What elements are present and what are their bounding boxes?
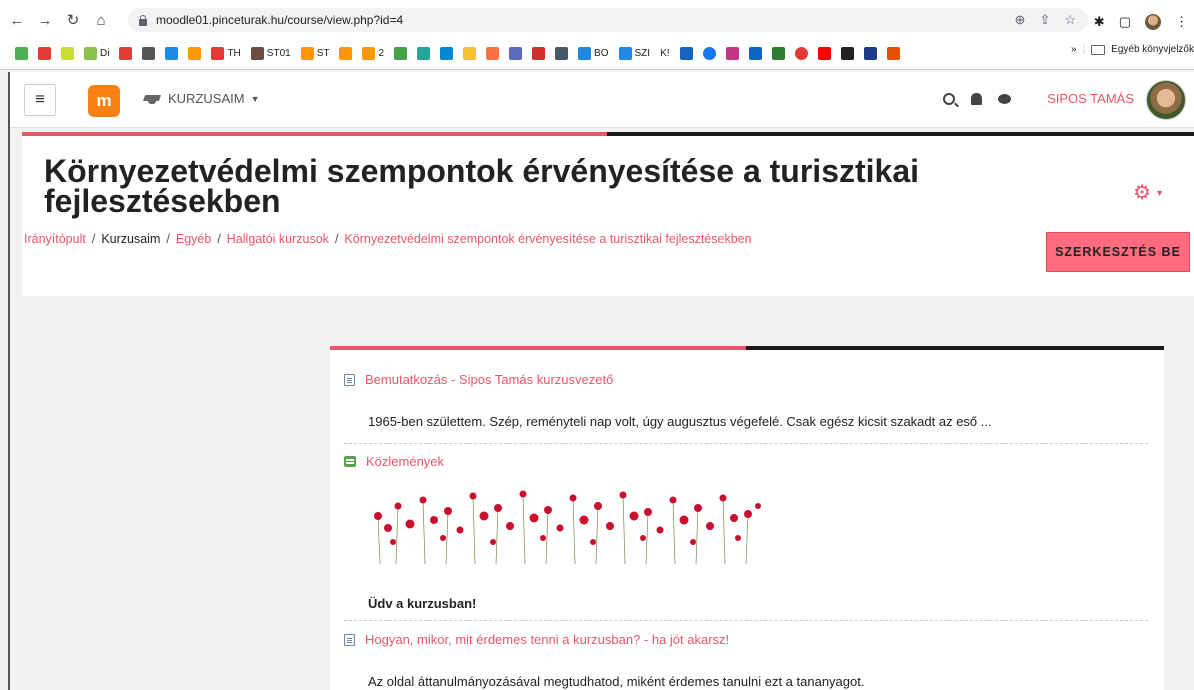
avatar[interactable] <box>1146 80 1186 120</box>
bookmark-item[interactable] <box>792 44 811 62</box>
breadcrumb-course[interactable]: Környezetvédelmi szempontok érvényesítés… <box>344 232 751 246</box>
breadcrumb-student-courses[interactable]: Hallgatói kurzusok <box>227 232 329 246</box>
bookmark-item[interactable] <box>35 44 54 62</box>
divider <box>344 443 1148 444</box>
bookmark-item[interactable] <box>336 44 355 62</box>
zoom-icon[interactable]: ⊕ <box>1015 12 1026 28</box>
bookmark-item[interactable] <box>483 44 502 62</box>
moodle-logo[interactable]: m <box>88 85 120 117</box>
activity-title[interactable]: Hogyan, mikor, mit érdemes tenni a kurzu… <box>365 632 729 647</box>
bookmark-item[interactable]: TH <box>208 44 243 62</box>
lock-icon <box>138 14 148 26</box>
breadcrumb-dashboard[interactable]: Irányítópult <box>24 232 86 246</box>
activity-title[interactable]: Bemutatkozás - Sipos Tamás kurzusvezető <box>365 372 613 387</box>
bookmark-item[interactable]: Di <box>81 44 112 62</box>
bookmark-item[interactable]: BO <box>575 44 611 62</box>
activity-title[interactable]: Közlemények <box>366 454 444 469</box>
bookmark-item[interactable] <box>391 44 410 62</box>
courses-dropdown[interactable]: KURZUSAIM ▼ <box>144 91 259 106</box>
bookmark-item[interactable] <box>838 44 857 62</box>
hamburger-menu-icon[interactable]: ≡ <box>24 84 56 116</box>
forum-icon <box>344 456 356 467</box>
url-text: moodle01.pinceturak.hu/course/view.php?i… <box>156 13 404 27</box>
divider <box>344 620 1148 621</box>
bookmark-item[interactable] <box>861 44 880 62</box>
page-title: Környezetvédelmi szempontok érvényesítés… <box>44 153 920 219</box>
page-left-edge <box>8 72 10 690</box>
forward-icon[interactable]: → <box>34 9 56 31</box>
activity-description: Az oldal áttanulmányozásával megtudhatod… <box>368 674 865 689</box>
other-bookmarks-folder[interactable]: Egyéb könyvjelzők <box>1111 44 1194 55</box>
bookmark-item[interactable]: SZI <box>616 44 654 62</box>
course-settings-menu[interactable]: ⚙ ▼ <box>1133 180 1164 205</box>
sidepanel-icon[interactable]: ▢ <box>1119 14 1131 30</box>
poppy-field-image <box>374 490 761 565</box>
bookmark-item[interactable]: ST01 <box>248 44 294 62</box>
activity-howto[interactable]: Hogyan, mikor, mit érdemes tenni a kurzu… <box>344 632 729 647</box>
bookmark-item[interactable] <box>677 44 696 62</box>
bookmark-item[interactable]: K! <box>657 44 672 62</box>
bookmark-item[interactable] <box>12 44 31 62</box>
back-icon[interactable]: ← <box>6 9 28 31</box>
reload-icon[interactable]: ↻ <box>62 9 84 31</box>
bookmarks-overflow: » | Egyéb könyvjelzők <box>1065 44 1194 55</box>
star-icon[interactable]: ☆ <box>1064 12 1076 28</box>
bookmarks-bar: Di TH ST01 ST 2 BO SZI K! <box>0 40 1194 66</box>
bookmark-item[interactable]: 2 <box>359 44 387 62</box>
activity-intro[interactable]: Bemutatkozás - Sipos Tamás kurzusvezető <box>344 372 613 387</box>
share-icon[interactable]: ⇪ <box>1039 12 1050 28</box>
extensions-icon[interactable]: ✱ <box>1094 14 1105 30</box>
moodle-navbar: ≡ m KURZUSAIM ▼ SIPOS TAMÁS <box>10 72 1194 128</box>
page-header: Környezetvédelmi szempontok érvényesítés… <box>22 136 1194 296</box>
bookmark-item[interactable] <box>162 44 181 62</box>
bookmark-item[interactable] <box>769 44 788 62</box>
bookmark-item[interactable] <box>700 44 719 62</box>
address-bar[interactable]: moodle01.pinceturak.hu/course/view.php?i… <box>128 8 1088 32</box>
search-icon[interactable] <box>943 92 956 105</box>
page-icon <box>344 633 355 646</box>
bookmark-item[interactable] <box>58 44 77 62</box>
bell-icon[interactable] <box>971 92 983 105</box>
activity-description: 1965-ben születtem. Szép, reményteli nap… <box>368 414 992 429</box>
course-content: Bemutatkozás - Sipos Tamás kurzusvezető … <box>330 350 1164 690</box>
breadcrumb: Irányítópult / Kurzusaim / Egyéb / Hallg… <box>24 232 752 246</box>
caret-down-icon: ▼ <box>250 93 260 104</box>
user-menu[interactable]: SIPOS TAMÁS <box>1047 91 1134 106</box>
home-icon[interactable]: ⌂ <box>90 9 112 31</box>
address-row: ← → ↻ ⌂ moodle01.pinceturak.hu/course/vi… <box>0 6 1194 34</box>
bookmark-item[interactable] <box>506 44 525 62</box>
bookmark-item[interactable] <box>460 44 479 62</box>
graduation-cap-icon <box>144 93 162 105</box>
bookmark-item[interactable] <box>116 44 135 62</box>
bookmark-item[interactable] <box>552 44 571 62</box>
bookmark-item[interactable] <box>437 44 456 62</box>
browser-chrome: ← → ↻ ⌂ moodle01.pinceturak.hu/course/vi… <box>0 0 1194 70</box>
activity-announcements[interactable]: Közlemények <box>344 454 444 469</box>
gear-icon: ⚙ <box>1133 182 1152 204</box>
caret-down-icon: ▼ <box>1155 187 1164 198</box>
folder-icon <box>1091 44 1106 55</box>
bookmark-item[interactable] <box>414 44 433 62</box>
edit-mode-button[interactable]: SZERKESZTÉS BE <box>1046 232 1190 272</box>
bookmark-item[interactable] <box>139 44 158 62</box>
profile-avatar-icon[interactable] <box>1145 14 1161 30</box>
bookmark-item[interactable] <box>884 44 903 62</box>
chat-icon[interactable] <box>998 93 1012 104</box>
bookmark-item[interactable] <box>815 44 834 62</box>
breadcrumb-other[interactable]: Egyéb <box>176 232 211 246</box>
bookmark-item[interactable] <box>529 44 548 62</box>
menu-icon[interactable]: ⋮ <box>1175 14 1188 30</box>
breadcrumb-my-courses: Kurzusaim <box>101 232 161 246</box>
bookmark-item[interactable] <box>185 44 204 62</box>
bookmark-item[interactable] <box>746 44 765 62</box>
chevron-right-icon[interactable]: » <box>1071 44 1077 55</box>
bookmark-item[interactable] <box>723 44 742 62</box>
welcome-text: Üdv a kurzusban! <box>368 596 477 611</box>
page-icon <box>344 373 355 386</box>
bookmark-item[interactable]: ST <box>298 44 333 62</box>
